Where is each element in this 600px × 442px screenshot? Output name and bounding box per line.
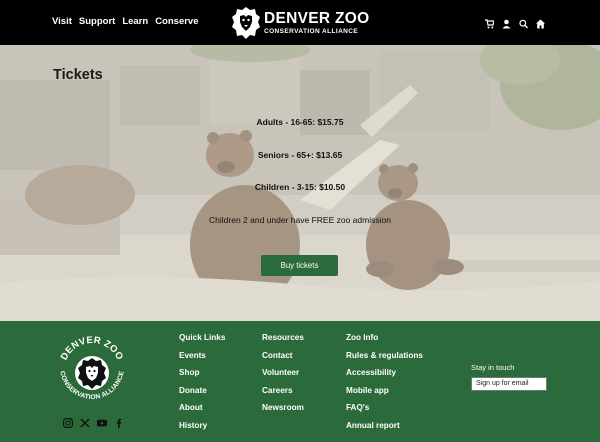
footer-link-accessibility[interactable]: Accessibility (346, 368, 423, 386)
footer-link-contact[interactable]: Contact (262, 351, 304, 369)
social-links (63, 415, 124, 429)
header-icons (485, 16, 545, 29)
footer-link-annual-report[interactable]: Annual report (346, 421, 423, 439)
price-seniors: Seniors - 65+: $13.65 (257, 150, 343, 160)
nav-support[interactable]: Support (79, 16, 115, 27)
buy-tickets-button[interactable]: Buy tickets (261, 255, 338, 276)
lion-logo-icon (232, 7, 260, 39)
footer-link-shop[interactable]: Shop (179, 368, 225, 386)
footer-heading-quick-links[interactable]: Quick Links (179, 333, 225, 351)
footer-link-about[interactable]: About (179, 403, 225, 421)
site-logo[interactable]: DENVER ZOO CONSERVATION ALLIANCE (231, 5, 369, 41)
footer-link-newsroom[interactable]: Newsroom (262, 403, 304, 421)
price-children: Children - 3-15: $10.50 (254, 182, 346, 192)
instagram-icon[interactable] (63, 415, 74, 429)
footer-link-rules[interactable]: Rules & regulations (346, 351, 423, 369)
footer-link-events[interactable]: Events (179, 351, 225, 369)
footer-col-zoo-info: Zoo Info Rules & regulations Accessibili… (346, 333, 423, 438)
facebook-icon[interactable] (114, 415, 124, 428)
footer-link-donate[interactable]: Donate (179, 386, 225, 404)
footer-heading-zoo-info[interactable]: Zoo Info (346, 333, 423, 351)
logo-subtitle: CONSERVATION ALLIANCE (264, 28, 359, 35)
cart-icon[interactable] (485, 16, 495, 29)
site-footer: DENVER ZOO CONSERVATION ALLIANCE Quick L… (0, 321, 600, 442)
main-nav: Visit Support Learn Conserve (52, 16, 199, 27)
site-header: Visit Support Learn Conserve DENVER ZOO … (0, 0, 600, 45)
search-icon[interactable] (519, 16, 528, 29)
nav-visit[interactable]: Visit (52, 16, 72, 27)
footer-link-faqs[interactable]: FAQ's (346, 403, 423, 421)
footer-link-history[interactable]: History (179, 421, 225, 439)
zoo-badge-logo[interactable]: DENVER ZOO CONSERVATION ALLIANCE (50, 327, 134, 411)
footer-link-careers[interactable]: Careers (262, 386, 304, 404)
tickets-hero: Tickets Adults - 16-65: $15.75 Seniors -… (0, 45, 600, 321)
price-adults: Adults - 16-65: $15.75 (256, 117, 344, 127)
footer-link-volunteer[interactable]: Volunteer (262, 368, 304, 386)
page-title: Tickets (53, 67, 103, 83)
email-signup-field[interactable]: Sign up for email (471, 377, 547, 391)
footer-link-mobile-app[interactable]: Mobile app (346, 386, 423, 404)
free-admission-note: Children 2 and under have FREE zoo admis… (209, 215, 391, 225)
nav-learn[interactable]: Learn (122, 16, 148, 27)
logo-title: DENVER ZOO (264, 10, 370, 27)
footer-heading-resources[interactable]: Resources (262, 333, 304, 351)
nav-conserve[interactable]: Conserve (155, 16, 198, 27)
home-icon[interactable] (536, 16, 545, 29)
x-icon[interactable] (80, 415, 90, 428)
footer-col-quick-links: Quick Links Events Shop Donate About His… (179, 333, 225, 438)
youtube-icon[interactable] (97, 415, 107, 427)
footer-col-resources: Resources Contact Volunteer Careers News… (262, 333, 304, 421)
stay-in-touch-label: Stay in touch (471, 363, 515, 372)
user-icon[interactable] (502, 16, 511, 29)
